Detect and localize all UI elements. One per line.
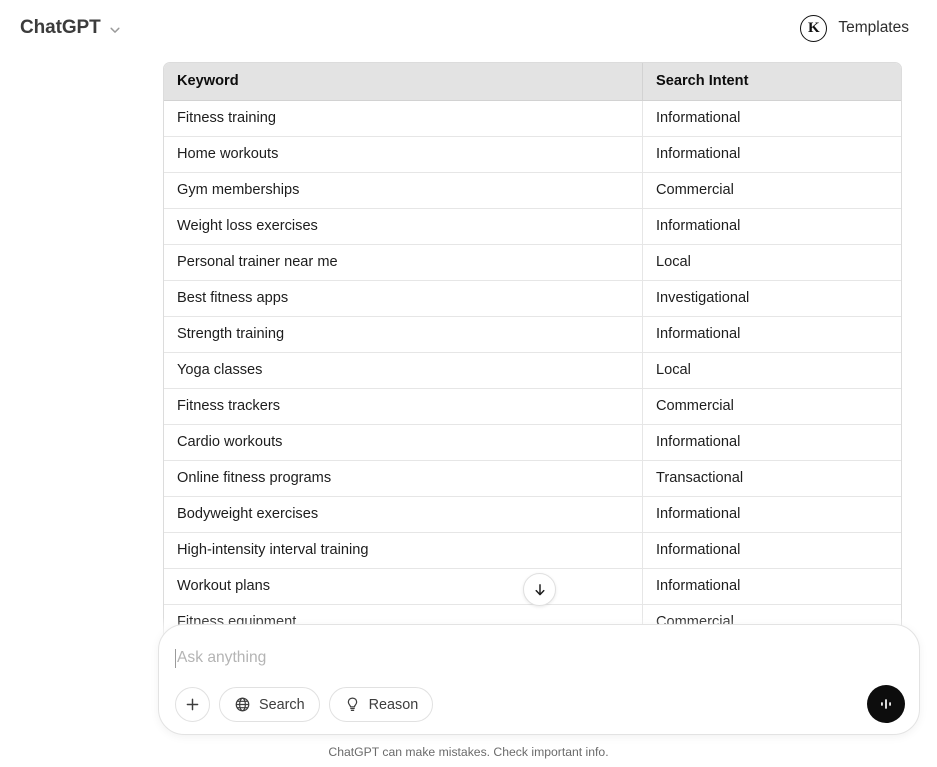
cell-keyword: Strength training xyxy=(164,317,642,353)
cell-search-intent: Informational xyxy=(642,497,901,533)
cell-search-intent: Local xyxy=(642,245,901,281)
plus-icon xyxy=(184,696,201,713)
table-row: Home workouts Informational xyxy=(164,137,901,173)
composer-tool-row: Search Reason xyxy=(175,687,434,722)
column-header-keyword: Keyword xyxy=(164,63,642,101)
templates-label: Templates xyxy=(838,19,909,36)
table-row: Personal trainer near me Local xyxy=(164,245,901,281)
arrow-down-icon xyxy=(532,582,548,598)
search-tool-label: Search xyxy=(259,696,305,713)
table-row: Fitness training Informational xyxy=(164,101,901,137)
table-row: Yoga classes Local xyxy=(164,353,901,389)
cell-keyword: Fitness training xyxy=(164,101,642,137)
cell-search-intent: Informational xyxy=(642,533,901,569)
reason-tool-label: Reason xyxy=(368,696,419,713)
table-row: Strength training Informational xyxy=(164,317,901,353)
cell-search-intent: Informational xyxy=(642,101,901,137)
cell-search-intent: Informational xyxy=(642,317,901,353)
voice-mode-button[interactable] xyxy=(867,685,905,723)
cell-search-intent: Informational xyxy=(642,137,901,173)
cell-keyword: Gym memberships xyxy=(164,173,642,209)
table-row: Online fitness programs Transactional xyxy=(164,461,901,497)
message-composer[interactable]: Ask anything Search Reason xyxy=(158,624,920,735)
attach-button[interactable] xyxy=(175,687,210,722)
cell-search-intent: Commercial xyxy=(642,389,901,425)
cell-search-intent: Informational xyxy=(642,209,901,245)
chevron-down-icon xyxy=(108,23,122,37)
table-row: Gym memberships Commercial xyxy=(164,173,901,209)
composer-zone: Ask anything Search Reason ChatGPT can m… xyxy=(0,617,937,767)
templates-button[interactable]: K Templates xyxy=(794,11,915,46)
column-header-search-intent: Search Intent xyxy=(642,63,901,101)
globe-icon xyxy=(234,696,251,713)
cell-search-intent: Transactional xyxy=(642,461,901,497)
cell-search-intent: Investigational xyxy=(642,281,901,317)
lightbulb-icon xyxy=(344,696,361,713)
composer-placeholder: Ask anything xyxy=(177,649,267,666)
table-row: Best fitness apps Investigational xyxy=(164,281,901,317)
cell-keyword: Fitness trackers xyxy=(164,389,642,425)
cell-keyword: Personal trainer near me xyxy=(164,245,642,281)
top-bar: ChatGPT K Templates xyxy=(0,0,937,56)
table-row: Fitness trackers Commercial xyxy=(164,389,901,425)
search-tool-button[interactable]: Search xyxy=(219,687,320,722)
cell-keyword: High-intensity interval training xyxy=(164,533,642,569)
text-caret xyxy=(175,648,176,668)
cell-keyword: Online fitness programs xyxy=(164,461,642,497)
table-row: Weight loss exercises Informational xyxy=(164,209,901,245)
table-header-row: Keyword Search Intent xyxy=(164,63,901,101)
templates-k-icon: K xyxy=(800,14,828,42)
cell-keyword: Home workouts xyxy=(164,137,642,173)
table-header: Keyword Search Intent xyxy=(164,63,901,101)
cell-search-intent: Informational xyxy=(642,569,901,605)
chatgpt-model-selector[interactable]: ChatGPT xyxy=(12,12,130,44)
cell-keyword: Weight loss exercises xyxy=(164,209,642,245)
table-row: Bodyweight exercises Informational xyxy=(164,497,901,533)
brand-title: ChatGPT xyxy=(20,17,101,38)
cell-search-intent: Informational xyxy=(642,425,901,461)
voice-waveform-icon xyxy=(876,694,896,714)
scroll-to-bottom-button[interactable] xyxy=(523,573,556,606)
disclaimer-text: ChatGPT can make mistakes. Check importa… xyxy=(328,745,609,759)
table-row: Cardio workouts Informational xyxy=(164,425,901,461)
composer-input-row[interactable]: Ask anything xyxy=(175,645,875,671)
cell-keyword: Bodyweight exercises xyxy=(164,497,642,533)
cell-keyword: Workout plans xyxy=(164,569,642,605)
cell-search-intent: Commercial xyxy=(642,173,901,209)
table-row: High-intensity interval training Informat… xyxy=(164,533,901,569)
cell-search-intent: Local xyxy=(642,353,901,389)
cell-keyword: Cardio workouts xyxy=(164,425,642,461)
cell-keyword: Yoga classes xyxy=(164,353,642,389)
cell-keyword: Best fitness apps xyxy=(164,281,642,317)
reason-tool-button[interactable]: Reason xyxy=(328,687,434,722)
